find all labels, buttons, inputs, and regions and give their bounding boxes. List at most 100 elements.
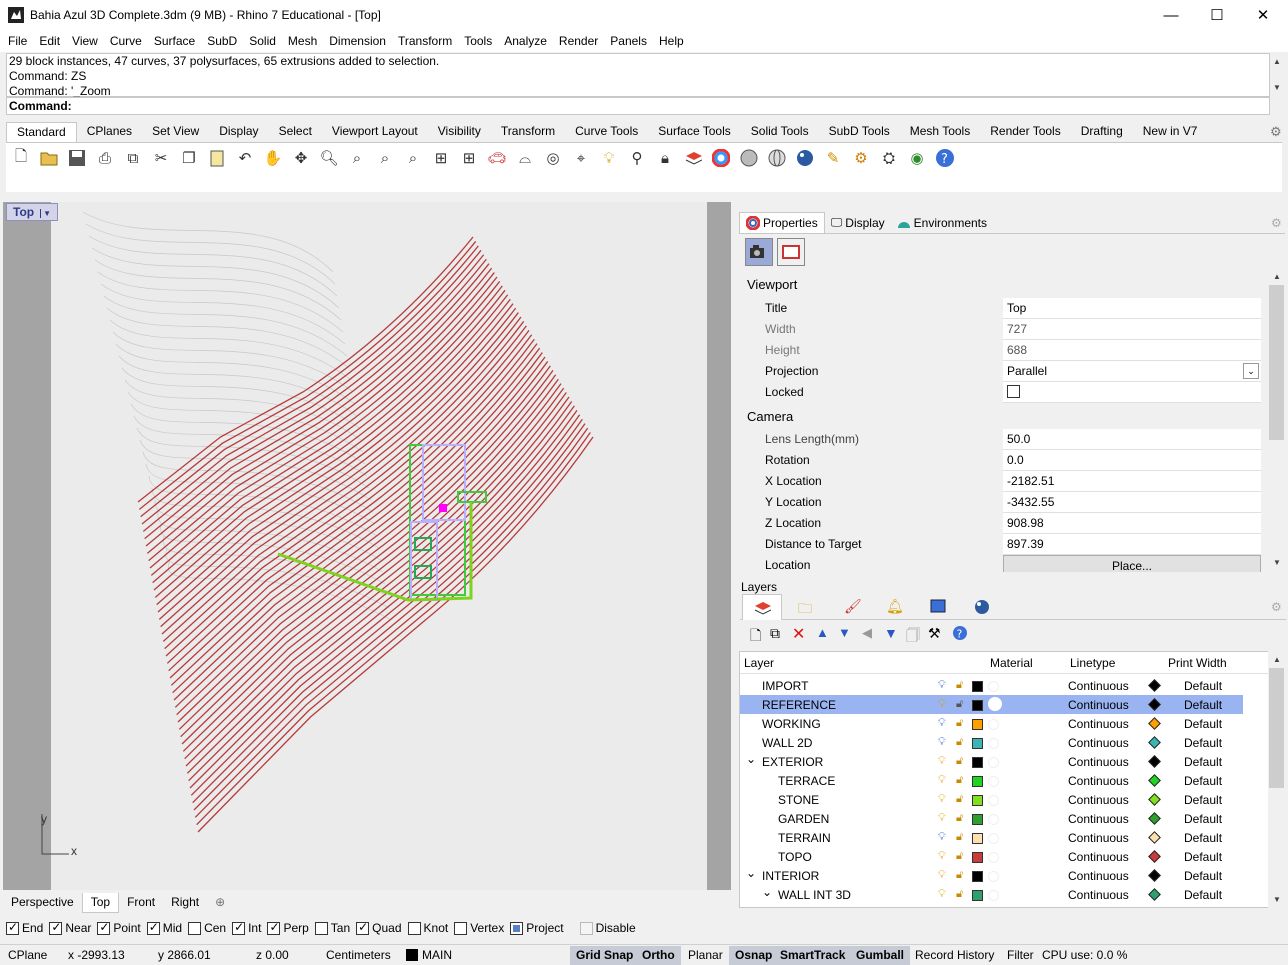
layer-color-swatch[interactable]	[972, 719, 983, 730]
scroll-down-icon[interactable]: ▼	[1273, 83, 1281, 92]
lock-icon[interactable]: 🔓︎	[956, 869, 963, 882]
render-sphere-icon[interactable]	[794, 147, 816, 169]
tab-surface-tools[interactable]: Surface Tools	[648, 122, 741, 142]
undo-icon[interactable]: ↶	[234, 147, 256, 169]
tab-render-tools[interactable]: Render Tools	[980, 122, 1071, 142]
visibility-bulb-icon[interactable]: 💡︎	[938, 812, 946, 825]
print-color-diamond[interactable]	[1148, 736, 1161, 749]
print-color-diamond[interactable]	[1148, 679, 1161, 692]
settings-gear-icon[interactable]: ⚙	[1270, 124, 1282, 140]
tab-visibility[interactable]: Visibility	[428, 122, 491, 142]
print-color-diamond[interactable]	[1148, 888, 1161, 901]
viewport-layout-icon[interactable]: ⊞	[430, 147, 452, 169]
pan-icon[interactable]: ✋	[262, 147, 284, 169]
layer-row[interactable]: ⌄ WALL INT 3D 💡︎ 🔓︎ Continuous Default	[740, 885, 1243, 904]
view-frame-icon[interactable]	[777, 238, 805, 266]
column-linetype[interactable]: Linetype	[1070, 656, 1115, 670]
tab-properties[interactable]: Properties	[739, 212, 825, 233]
osnap-quad[interactable]: Quad	[356, 920, 402, 935]
rotate-view-icon[interactable]: ✥	[290, 147, 312, 169]
save-icon[interactable]	[66, 147, 88, 169]
layer-color-swatch[interactable]	[972, 700, 983, 711]
layer-row[interactable]: IMPORT 💡︎ 🔓︎ Continuous Default	[740, 676, 1243, 695]
view-tab-perspective[interactable]: Perspective	[3, 893, 82, 913]
gear-icon[interactable]: ⚙	[850, 147, 872, 169]
visibility-bulb-icon[interactable]: 💡︎	[938, 755, 946, 768]
layer-linetype[interactable]: Continuous	[1068, 755, 1129, 769]
circle-plane-icon[interactable]: ◎	[542, 147, 564, 169]
tab-new-in-v7[interactable]: New in V7	[1133, 122, 1208, 142]
units-label[interactable]: Centimeters	[326, 948, 391, 962]
tab-solid-tools[interactable]: Solid Tools	[741, 122, 819, 142]
checkbox-icon[interactable]	[510, 921, 524, 935]
layer-print-width[interactable]: Default	[1184, 888, 1222, 902]
material-swatch[interactable]	[988, 795, 999, 806]
car-icon[interactable]: 🚗︎	[486, 147, 508, 169]
osnap-int[interactable]: Int	[232, 920, 261, 935]
menu-view[interactable]: View	[66, 32, 104, 52]
layer-print-width[interactable]: Default	[1184, 679, 1222, 693]
checkbox-icon[interactable]	[97, 920, 111, 935]
zoom-icon[interactable]: 🔍︎	[318, 147, 340, 169]
folder-icon[interactable]: 🗀	[798, 598, 812, 622]
layer-print-width[interactable]: Default	[1184, 793, 1222, 807]
layer-linetype[interactable]: Continuous	[1068, 831, 1129, 845]
checkbox-icon[interactable]	[579, 921, 593, 935]
z-location-value[interactable]: 908.98	[1003, 513, 1261, 534]
light-icon[interactable]: ⚲	[626, 147, 648, 169]
tab-viewport-layout[interactable]: Viewport Layout	[322, 122, 428, 142]
print-color-diamond[interactable]	[1148, 869, 1161, 882]
help-icon[interactable]: ?	[934, 147, 956, 169]
close-button[interactable]: ✕	[1240, 4, 1286, 28]
move-up-icon[interactable]: ▲	[816, 625, 829, 640]
planar-toggle[interactable]: Planar	[682, 946, 729, 965]
maximize-button[interactable]: ☐	[1194, 4, 1240, 28]
material-swatch[interactable]	[988, 757, 999, 768]
plane-icon[interactable]: ⌓	[514, 147, 536, 169]
layer-print-width[interactable]: Default	[1184, 869, 1222, 883]
layer-print-width[interactable]: Default	[1184, 850, 1222, 864]
move-down-icon[interactable]: ▼	[838, 625, 851, 640]
lock-icon[interactable]: 🔓︎	[956, 698, 963, 711]
add-view-tab-icon[interactable]: ⊕	[207, 893, 233, 913]
column-material[interactable]: Material	[990, 656, 1033, 670]
visibility-bulb-icon[interactable]: 💡︎	[938, 679, 946, 692]
minimize-button[interactable]: —	[1148, 4, 1194, 28]
scroll-up-icon[interactable]: ▲	[1273, 57, 1281, 66]
checkbox-icon[interactable]	[188, 921, 202, 935]
delete-layer-icon[interactable]: ✕	[792, 624, 805, 644]
cplane-label[interactable]: CPlane	[8, 948, 47, 962]
checkbox-icon[interactable]	[267, 920, 281, 935]
layer-color-swatch[interactable]	[972, 833, 983, 844]
lens-length-value[interactable]: 50.0	[1003, 429, 1261, 450]
menu-solid[interactable]: Solid	[243, 32, 282, 52]
expand-chevron-icon[interactable]: ⌄	[746, 752, 756, 766]
tab-transform[interactable]: Transform	[491, 122, 565, 142]
layer-linetype[interactable]: Continuous	[1068, 793, 1129, 807]
layer-print-width[interactable]: Default	[1184, 755, 1222, 769]
lock-icon[interactable]: 🔓︎	[956, 831, 963, 844]
layer-color-swatch[interactable]	[972, 795, 983, 806]
pen-icon[interactable]: ✎	[822, 147, 844, 169]
print-color-diamond[interactable]	[1148, 812, 1161, 825]
new-icon[interactable]: 🗋	[10, 147, 32, 169]
lock-icon[interactable]: 🔓︎	[956, 755, 963, 768]
layer-color-swatch[interactable]	[972, 871, 983, 882]
lock-icon[interactable]: 🔓︎	[956, 793, 963, 806]
osnap-vertex[interactable]: Vertex	[454, 921, 504, 935]
copy-icon[interactable]: ❐	[178, 147, 200, 169]
current-layer[interactable]: MAIN	[422, 948, 452, 962]
camera-icon[interactable]	[745, 238, 773, 266]
osnap-near[interactable]: Near	[49, 920, 91, 935]
properties-scroll-thumb[interactable]	[1269, 285, 1284, 440]
layer-linetype[interactable]: Continuous	[1068, 888, 1129, 902]
material-swatch[interactable]	[988, 852, 999, 863]
import-icon[interactable]: ⧉	[122, 147, 144, 169]
material-swatch[interactable]	[988, 719, 999, 730]
print-color-diamond[interactable]	[1148, 755, 1161, 768]
paste-icon[interactable]	[206, 147, 228, 169]
material-swatch[interactable]	[988, 776, 999, 787]
checkbox-icon[interactable]	[6, 920, 19, 935]
osnap-end[interactable]: End	[6, 920, 43, 935]
material-swatch[interactable]	[988, 697, 1002, 711]
